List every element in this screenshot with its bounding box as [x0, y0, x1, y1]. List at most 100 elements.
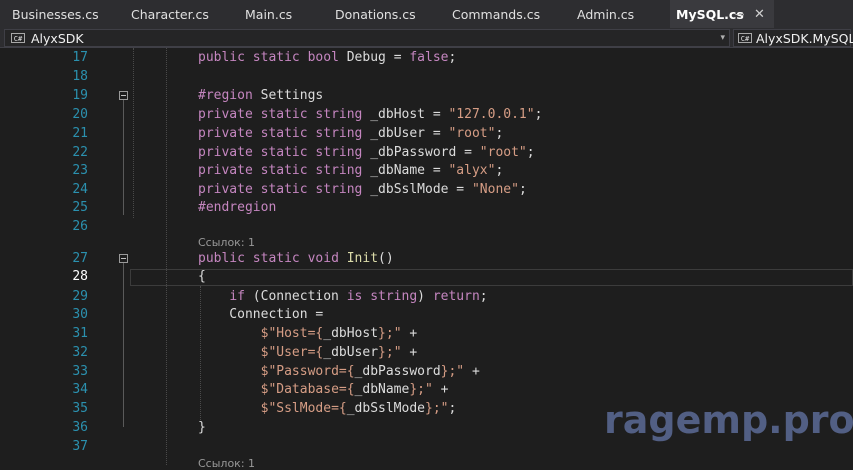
fold-line — [123, 100, 124, 215]
code-line[interactable]: private static string _dbName = "alyx"; — [198, 163, 503, 178]
code-line[interactable]: $"User={_dbUser};" + — [198, 345, 418, 360]
indent-guide — [166, 48, 167, 465]
line-number: 31 — [72, 326, 88, 341]
line-number: 25 — [72, 200, 88, 215]
code-token: (Connection — [244, 289, 347, 304]
code-token: static — [260, 163, 308, 178]
code-token: bool — [307, 50, 339, 65]
fold-method-toggle[interactable] — [119, 254, 128, 263]
code-token: };" — [409, 382, 433, 397]
code-token: $"SslMode={ — [260, 401, 347, 416]
code-token: static — [252, 50, 300, 65]
code-token: _dbHost — [323, 326, 379, 341]
code-token: "root" — [448, 126, 496, 141]
code-line[interactable]: private static string _dbUser = "root"; — [198, 126, 503, 141]
line-number: 24 — [72, 182, 88, 197]
line-number: 21 — [72, 126, 88, 141]
pin-icon[interactable]: ⊸ — [735, 0, 744, 30]
line-number: 26 — [72, 219, 88, 234]
code-token: ) — [417, 289, 433, 304]
csharp-project-icon: C# — [11, 33, 25, 43]
code-token: + — [401, 326, 418, 341]
code-token: static — [252, 251, 300, 266]
code-token: $"User={ — [260, 345, 324, 360]
code-line[interactable]: } — [198, 420, 206, 435]
code-line[interactable]: public static void Init() — [198, 251, 394, 266]
tab-donations[interactable]: Donations.cs — [335, 0, 416, 28]
code-token: #endregion — [198, 200, 277, 215]
close-icon[interactable]: ✕ — [754, 0, 765, 30]
tab-label: MySQL.cs — [676, 7, 744, 22]
code-line[interactable]: { — [198, 269, 206, 284]
code-token: $"Database={ — [260, 382, 355, 397]
code-token: static — [260, 145, 308, 160]
code-token: } — [198, 420, 206, 435]
line-number: 27 — [72, 251, 88, 266]
code-line[interactable]: Connection = — [198, 307, 323, 322]
csharp-class-icon: C# — [738, 33, 752, 43]
code-line[interactable]: private static string _dbPassword = "roo… — [198, 145, 535, 160]
code-token: + — [401, 345, 418, 360]
line-number: 37 — [72, 439, 88, 454]
tab-label: Commands.cs — [452, 7, 541, 22]
code-token: Debug = — [338, 50, 410, 65]
tab-main[interactable]: Main.cs — [245, 0, 292, 28]
code-line[interactable]: $"Host={_dbHost};" + — [198, 326, 418, 341]
line-number: 30 — [72, 307, 88, 322]
code-token: string — [315, 107, 363, 122]
line-number: 18 — [72, 69, 88, 84]
current-line-highlight — [130, 269, 853, 286]
code-token: if — [229, 289, 245, 304]
codelens-references[interactable]: Ссылок: 1 — [198, 236, 255, 249]
project-dropdown[interactable]: C# AlyxSDK ▾ — [4, 29, 730, 47]
code-token: "None" — [471, 182, 519, 197]
tab-mysql[interactable]: MySQL.cs ⊸ ✕ — [670, 0, 774, 28]
code-token: private — [198, 145, 253, 160]
code-token: _dbUser — [323, 345, 379, 360]
code-token: Init — [346, 251, 379, 266]
line-number: 19 — [72, 88, 88, 103]
code-line[interactable]: #region Settings — [198, 88, 323, 103]
code-token: ; — [495, 163, 504, 178]
code-token: ; — [518, 182, 527, 197]
code-token: "root" — [479, 145, 527, 160]
tab-commands[interactable]: Commands.cs — [452, 0, 540, 28]
code-line[interactable]: $"Database={_dbName};" + — [198, 382, 449, 397]
code-token: return — [432, 289, 480, 304]
code-token: ; — [448, 50, 457, 65]
code-line[interactable]: #endregion — [198, 200, 276, 215]
code-token: { — [198, 269, 206, 284]
chevron-down-icon[interactable]: ▾ — [720, 30, 725, 47]
code-token: private — [198, 163, 253, 178]
code-token: string — [315, 163, 363, 178]
code-line[interactable]: $"SslMode={_dbSslMode};"; — [198, 401, 457, 416]
code-token: _dbUser = — [362, 126, 449, 141]
tab-admin[interactable]: Admin.cs — [577, 0, 634, 28]
code-token: #region — [198, 88, 253, 103]
code-token: $"Host={ — [260, 326, 324, 341]
code-line[interactable]: private static string _dbHost = "127.0.0… — [198, 107, 542, 122]
tab-character[interactable]: Character.cs — [131, 0, 209, 28]
tab-businesses[interactable]: Businesses.cs — [12, 0, 99, 28]
code-line[interactable]: if (Connection is string) return; — [198, 289, 487, 304]
codelens-references[interactable]: Ссылок: 1 — [198, 457, 255, 470]
code-line[interactable]: $"Password={_dbPassword};" + — [198, 364, 480, 379]
code-line[interactable]: private static string _dbSslMode = "None… — [198, 182, 527, 197]
fold-region-toggle[interactable] — [119, 91, 128, 100]
type-dropdown[interactable]: C# AlyxSDK.MySQL — [733, 29, 853, 47]
code-token: Settings — [252, 88, 324, 103]
line-number: 22 — [72, 145, 88, 160]
tab-label: Admin.cs — [577, 7, 635, 22]
code-line[interactable]: public static bool Debug = false; — [198, 50, 456, 65]
code-token: $"Password={ — [260, 364, 355, 379]
